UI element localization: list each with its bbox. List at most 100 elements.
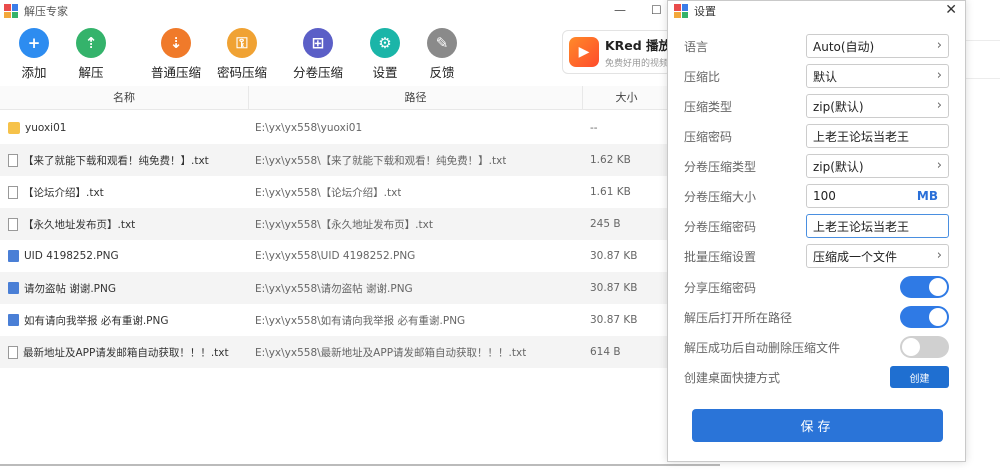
split-compress-label: 分卷压缩 (292, 65, 343, 80)
split-compress-icon: ⊞ (303, 28, 333, 58)
image-file-icon (8, 314, 19, 326)
open-path-toggle[interactable] (900, 306, 949, 328)
feedback-icon: ✎ (427, 28, 457, 58)
setting-batch: 批量压缩设置 压缩成一个文件 › (684, 244, 949, 268)
table-row[interactable]: yuoxi01 E:\yx\yx558\yuoxi01 -- (0, 112, 670, 144)
file-path: E:\yx\yx558\【永久地址发布页】.txt (255, 218, 433, 231)
file-name: yuoxi01 (25, 122, 67, 134)
file-size: 614 B (590, 346, 621, 358)
setting-label: 分卷压缩类型 (684, 159, 757, 174)
table-row[interactable]: UID 4198252.PNG E:\yx\yx558\UID 4198252.… (0, 240, 670, 272)
setting-share-password: 分享压缩密码 (684, 275, 949, 299)
close-icon[interactable]: ✕ (945, 2, 957, 18)
file-size: 30.87 KB (590, 250, 638, 262)
setting-label: 解压后打开所在路径 (684, 310, 793, 325)
divider (966, 78, 1000, 79)
setting-shortcut: 创建桌面快捷方式 创建 (684, 365, 949, 389)
play-icon: ▶ (569, 37, 599, 67)
file-table-header: 名称 路径 大小 (0, 86, 670, 110)
batch-select[interactable]: 压缩成一个文件 › (806, 244, 949, 268)
split-password-field[interactable]: 上老王论坛当老王 (806, 214, 949, 238)
feedback-button[interactable]: ✎ 反馈 (402, 28, 482, 81)
unzip-label: 解压 (78, 65, 104, 80)
compress-icon: ⇣ (161, 28, 191, 58)
file-name: 【永久地址发布页】.txt (23, 218, 136, 231)
chevron-right-icon: › (936, 248, 942, 263)
file-path: E:\yx\yx558\UID 4198252.PNG (255, 250, 416, 262)
auto-delete-toggle[interactable] (900, 336, 949, 358)
select-value: Auto(自动) (813, 39, 875, 54)
table-row[interactable]: 【来了就能下载和观看！纯免费！】.txt E:\yx\yx558\【来了就能下载… (0, 144, 670, 176)
select-value: zip(默认) (813, 159, 864, 174)
ad-banner[interactable]: ▶ KRed 播放 免费好用的视频 (562, 30, 672, 74)
setting-auto-delete: 解压成功后自动删除压缩文件 (684, 335, 949, 359)
toggle-knob (929, 278, 947, 296)
create-shortcut-button[interactable]: 创建 (890, 366, 949, 388)
file-size: 245 B (590, 218, 621, 230)
unit-label: MB (916, 189, 938, 203)
file-name: 如有请向我举报 必有重谢.PNG (24, 314, 169, 327)
chevron-right-icon: › (936, 38, 942, 53)
settings-dialog: 设置 ✕ 语言 Auto(自动) › 压缩比 默认 › 压缩类型 zip(默认) › … (667, 0, 966, 462)
chevron-right-icon: › (936, 98, 942, 113)
text-file-icon (8, 345, 18, 359)
save-button[interactable]: 保存 (692, 409, 943, 442)
split-size-field[interactable]: 100 MB (806, 184, 949, 208)
password-compress-icon: ⚿ (227, 28, 257, 58)
setting-label: 分卷压缩大小 (684, 189, 757, 204)
split-type-select[interactable]: zip(默认) › (806, 154, 949, 178)
maximize-button[interactable]: ☐ (651, 3, 662, 17)
file-size: 30.87 KB (590, 282, 638, 294)
gear-icon: ⚙ (370, 28, 400, 58)
app-logo-icon (674, 4, 688, 18)
minimize-button[interactable]: — (614, 3, 626, 17)
setting-label: 分卷压缩密码 (684, 219, 757, 234)
column-path[interactable]: 路径 (249, 86, 583, 110)
column-size[interactable]: 大小 (583, 86, 670, 110)
ad-subtitle: 免费好用的视频 (604, 59, 668, 69)
toggle-knob (929, 308, 947, 326)
chevron-right-icon: › (936, 68, 942, 83)
setting-type: 压缩类型 zip(默认) › (684, 94, 949, 118)
select-value: 默认 (813, 69, 838, 84)
setting-split-password: 分卷压缩密码 上老王论坛当老王 (684, 214, 949, 238)
setting-label: 压缩密码 (684, 129, 733, 144)
table-row[interactable]: 最新地址及APP请发邮箱自动获取！！！.txt E:\yx\yx558\最新地址… (0, 336, 670, 368)
text-file-icon (8, 185, 18, 199)
input-value: 上老王论坛当老王 (813, 219, 910, 234)
feedback-label: 反馈 (429, 65, 455, 80)
file-path: E:\yx\yx558\【论坛介绍】.txt (255, 186, 402, 199)
file-name: 最新地址及APP请发邮箱自动获取！！！.txt (23, 346, 229, 359)
table-row[interactable]: 如有请向我举报 必有重谢.PNG E:\yx\yx558\如有请向我举报 必有重… (0, 304, 670, 336)
setting-label: 解压成功后自动删除压缩文件 (684, 340, 841, 355)
image-file-icon (8, 250, 19, 262)
file-name: UID 4198252.PNG (24, 250, 119, 262)
select-value: 压缩成一个文件 (813, 249, 898, 264)
table-row[interactable]: 【永久地址发布页】.txt E:\yx\yx558\【永久地址发布页】.txt … (0, 208, 670, 240)
unzip-button[interactable]: ⇡ 解压 (51, 28, 131, 81)
setting-split-size: 分卷压缩大小 100 MB (684, 184, 949, 208)
setting-label: 语言 (684, 39, 709, 54)
type-select[interactable]: zip(默认) › (806, 94, 949, 118)
language-select[interactable]: Auto(自动) › (806, 34, 949, 58)
app-logo-icon (4, 4, 18, 18)
column-name[interactable]: 名称 (0, 86, 249, 110)
app-title: 解压专家 (24, 5, 68, 18)
file-path: E:\yx\yx558\如有请向我举报 必有重谢.PNG (255, 314, 466, 327)
divider (966, 40, 1000, 41)
setting-label: 分享压缩密码 (684, 280, 757, 295)
ratio-select[interactable]: 默认 › (806, 64, 949, 88)
file-name: 请勿盗帖 谢谢.PNG (24, 282, 116, 295)
select-value: zip(默认) (813, 99, 864, 114)
file-size: 30.87 KB (590, 314, 638, 326)
add-icon: + (19, 28, 49, 58)
table-row[interactable]: 请勿盗帖 谢谢.PNG E:\yx\yx558\请勿盗帖 谢谢.PNG 30.8… (0, 272, 670, 304)
divider (0, 464, 720, 466)
dialog-title-bar: 设置 ✕ (668, 1, 965, 21)
chevron-right-icon: › (936, 158, 942, 173)
share-password-toggle[interactable] (900, 276, 949, 298)
password-compress-button[interactable]: ⚿ 密码压缩 (202, 28, 282, 81)
table-row[interactable]: 【论坛介绍】.txt E:\yx\yx558\【论坛介绍】.txt 1.61 K… (0, 176, 670, 208)
text-file-icon (8, 153, 18, 167)
password-field[interactable]: 上老王论坛当老王 (806, 124, 949, 148)
